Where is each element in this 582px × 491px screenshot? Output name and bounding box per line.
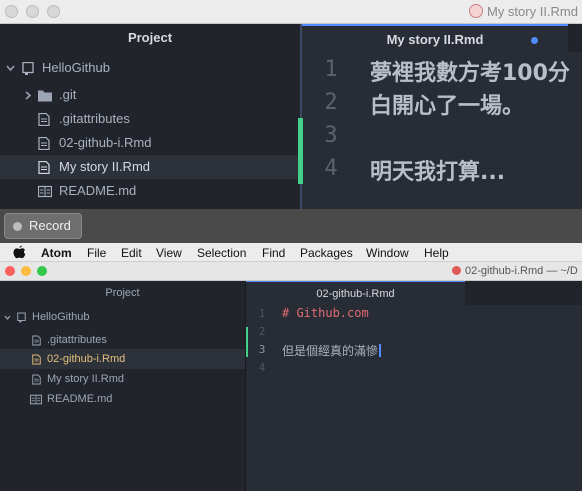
tree-item-my-story-ii[interactable]: My story II.Rmd [0,369,245,389]
line-number: 3 [258,343,266,356]
text-cursor [379,344,382,357]
code-line[interactable]: 明天我打算... [370,154,505,186]
line-number: 2 [324,90,338,115]
line-number: 1 [258,307,266,320]
file-text-icon [38,161,50,174]
menu-packages[interactable]: Packages [300,246,353,260]
chevron-right-icon[interactable] [25,91,31,100]
file-text-icon [32,354,41,365]
zoom-window-button[interactable] [37,266,47,276]
minimize-window-button[interactable] [26,5,39,18]
tree-item-git-folder[interactable]: .git [0,83,300,107]
tree-item-02-github-i[interactable]: 02-github-i.Rmd [0,131,300,155]
menu-edit[interactable]: Edit [121,246,142,260]
line-number: 4 [324,156,338,181]
tree-view: Project HelloGithub .gitattributes 02-gi… [0,281,245,491]
record-button[interactable]: Record [4,213,82,239]
tree-item-gitattributes[interactable]: .gitattributes [0,330,245,350]
tab-02-github-i[interactable]: 02-github-i.Rmd [246,281,465,305]
tree-view-header: Project [127,30,173,45]
tab-bar-empty [568,24,582,52]
line-number: 2 [258,325,266,338]
file-text-icon [38,137,50,150]
window-title: 02-github-i.Rmd — ~/D [452,265,578,277]
chevron-down-icon[interactable] [4,315,11,320]
repo-icon [22,62,34,75]
book-icon [38,185,52,198]
rmd-file-icon [452,266,461,275]
menu-bar: Atom File Edit View Selection Find Packa… [0,243,582,262]
file-text-icon [38,113,50,126]
editor-pane[interactable]: 02-github-i.Rmd 1 # Github.com 2 3 但是個經真… [245,281,582,491]
record-dot-icon [13,222,22,231]
menu-help[interactable]: Help [424,246,449,260]
top-atom-window: My story II.Rmd Project HelloGithub .git… [0,0,582,209]
recorder-toolbar: Record [0,209,582,243]
tab-bar-empty [465,281,582,305]
tree-view: Project HelloGithub .git .gitattributes … [0,24,300,209]
book-icon [30,394,42,405]
menu-selection[interactable]: Selection [197,246,246,260]
apple-icon[interactable] [13,245,26,259]
menu-window[interactable]: Window [366,246,409,260]
git-modified-marker [300,118,303,184]
line-number: 3 [324,123,338,148]
file-text-icon [32,335,41,346]
tree-item-my-story-ii[interactable]: My story II.Rmd [0,155,300,179]
repo-icon [17,312,26,323]
code-line[interactable]: 白開心了一場。 [370,88,524,120]
chevron-down-icon[interactable] [6,65,15,71]
line-number: 4 [258,361,266,374]
tree-item-hellogithub[interactable]: HelloGithub [0,307,245,327]
tab-my-story-ii[interactable]: My story II.Rmd [302,24,568,52]
tree-item-02-github-i[interactable]: 02-github-i.Rmd [0,349,245,369]
code-line[interactable]: 夢裡我數方考100分 [370,55,570,87]
code-line-active[interactable]: 但是個經真的滿慘 [282,342,382,359]
code-line[interactable]: # Github.com [282,306,369,320]
tree-item-hellogithub[interactable]: HelloGithub [0,56,300,80]
window-title: My story II.Rmd [468,4,578,19]
tree-view-header: Project [105,287,140,299]
top-window-titlebar: My story II.Rmd [0,0,582,24]
rmd-file-icon [468,4,483,18]
modified-indicator-icon[interactable] [531,37,538,44]
tree-item-readme[interactable]: README.md [0,389,245,409]
bottom-window-titlebar: 02-github-i.Rmd — ~/D [0,262,582,281]
folder-icon [38,90,52,102]
close-window-button[interactable] [5,5,18,18]
close-window-button[interactable] [5,266,15,276]
menu-app-atom[interactable]: Atom [41,246,72,260]
zoom-window-button[interactable] [47,5,60,18]
line-number: 1 [324,57,338,82]
file-text-icon [32,374,41,385]
menu-find[interactable]: Find [262,246,285,260]
tree-item-readme[interactable]: README.md [0,179,300,203]
tree-item-gitattributes[interactable]: .gitattributes [0,107,300,131]
menu-view[interactable]: View [156,246,182,260]
editor-pane[interactable]: My story II.Rmd 1 夢裡我數方考100分 2 白開心了一場。 3… [300,24,582,209]
minimize-window-button[interactable] [21,266,31,276]
menu-file[interactable]: File [87,246,106,260]
